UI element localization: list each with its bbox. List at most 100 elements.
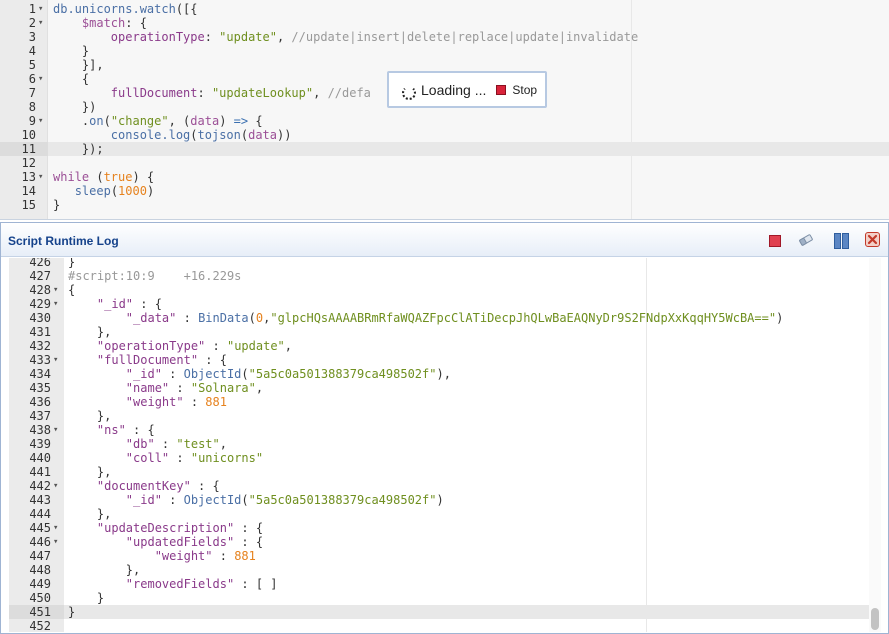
line-number: 445 bbox=[29, 521, 51, 535]
fold-toggle-icon[interactable]: ▾ bbox=[38, 114, 48, 128]
code-token: }, bbox=[68, 325, 112, 339]
code-line: 15} bbox=[0, 198, 889, 212]
code-token: "test" bbox=[176, 437, 220, 451]
code-token: , bbox=[313, 86, 328, 100]
code-token: ObjectId bbox=[183, 493, 242, 507]
code-token: "Solnara" bbox=[190, 381, 256, 395]
code-text: "operationType" : "update", bbox=[68, 339, 292, 353]
code-token: "_data" bbox=[125, 311, 177, 325]
code-token: "glpcHQsAAAABRmRfaWQAZFpcClATiDecpJhQLwB… bbox=[270, 311, 777, 325]
scrollbar-thumb[interactable] bbox=[871, 608, 879, 630]
line-number: 433 bbox=[29, 353, 51, 367]
close-icon[interactable] bbox=[865, 232, 880, 247]
line-number: 13 bbox=[21, 170, 36, 184]
code-token: : { bbox=[125, 423, 155, 437]
code-text: }) bbox=[53, 100, 96, 114]
log-output[interactable]: 426} 427 #script:10:9 +16.229s 428 ▾{429 ▾ "_… bbox=[9, 258, 881, 632]
code-text: "name" : "Solnara", bbox=[68, 381, 263, 395]
code-token: "name" bbox=[125, 381, 170, 395]
code-token: tojson bbox=[197, 128, 241, 142]
code-token: }, bbox=[68, 465, 112, 479]
fold-toggle-icon[interactable]: ▾ bbox=[53, 479, 63, 493]
line-number: 436 bbox=[29, 395, 51, 409]
code-token: : bbox=[169, 381, 191, 395]
line-number: 430 bbox=[29, 311, 51, 325]
code-token: "_id" bbox=[125, 367, 162, 381]
code-line: 1 ▾ db.unicorns.watch([{ bbox=[0, 2, 889, 16]
code-line: 449 "removedFields" : [ ] bbox=[9, 577, 881, 591]
code-line: 13 ▾ while (true) { bbox=[0, 170, 889, 184]
line-number: 435 bbox=[29, 381, 51, 395]
code-token: "updatedFields" bbox=[125, 535, 235, 549]
stop-button[interactable]: Stop bbox=[496, 83, 537, 97]
fold-toggle-icon[interactable]: ▾ bbox=[53, 297, 63, 311]
code-token: => bbox=[233, 114, 249, 128]
code-token: //defa bbox=[327, 86, 371, 100]
fold-toggle-icon[interactable]: ▾ bbox=[53, 521, 63, 535]
code-token: } bbox=[68, 258, 76, 269]
code-token: "_id" bbox=[125, 493, 162, 507]
line-number: 450 bbox=[29, 591, 51, 605]
code-text: }, bbox=[68, 563, 140, 577]
code-token: "update" bbox=[226, 339, 285, 353]
code-text: }); bbox=[53, 142, 104, 156]
line-number: 447 bbox=[29, 549, 51, 563]
code-token: }], bbox=[53, 58, 104, 72]
stop-icon[interactable] bbox=[767, 232, 783, 248]
code-line: 430 "_data" : BinData(0,"glpcHQsAAAABRmR… bbox=[9, 311, 881, 325]
script-editor[interactable]: 1 ▾ db.unicorns.watch([{2 ▾ $match: {3 oper… bbox=[0, 0, 889, 220]
loading-text: Loading ... bbox=[421, 81, 487, 98]
fold-toggle-icon[interactable]: ▾ bbox=[53, 353, 63, 367]
code-token: operationType bbox=[110, 30, 205, 44]
stop-button-label: Stop bbox=[512, 82, 538, 97]
fold-toggle-icon[interactable]: ▾ bbox=[38, 170, 48, 184]
code-text: "coll" : "unicorns" bbox=[68, 451, 263, 465]
line-number: 432 bbox=[29, 339, 51, 353]
code-token: }); bbox=[53, 142, 104, 156]
eraser-icon[interactable] bbox=[797, 232, 813, 248]
code-text: "weight" : 881 bbox=[68, 549, 256, 563]
code-line: 3 operationType: "update", //update|inse… bbox=[0, 30, 889, 44]
fold-toggle-icon[interactable]: ▾ bbox=[53, 423, 63, 437]
fold-toggle-icon[interactable]: ▾ bbox=[53, 535, 63, 549]
code-token: { bbox=[68, 283, 76, 297]
line-number: 437 bbox=[29, 409, 51, 423]
code-line: 4 } bbox=[0, 44, 889, 58]
code-text: while (true) { bbox=[53, 170, 154, 184]
fold-toggle-icon[interactable]: ▾ bbox=[38, 72, 48, 86]
code-token: ( bbox=[110, 184, 119, 198]
line-number: 8 bbox=[28, 100, 36, 114]
code-token: { bbox=[248, 114, 263, 128]
code-token: ) bbox=[146, 184, 155, 198]
code-token: fullDocument bbox=[110, 86, 198, 100]
code-line: 437 }, bbox=[9, 409, 881, 423]
fold-toggle-icon[interactable]: ▾ bbox=[38, 16, 48, 30]
line-number: 431 bbox=[29, 325, 51, 339]
code-text: sleep(1000) bbox=[53, 184, 155, 198]
line-number: 3 bbox=[28, 30, 36, 44]
code-text: db.unicorns.watch([{ bbox=[53, 2, 198, 16]
code-token: while bbox=[53, 170, 90, 184]
code-text: "_id" : ObjectId("5a5c0a501388379ca49850… bbox=[68, 367, 451, 381]
code-line: 438 ▾ "ns" : { bbox=[9, 423, 881, 437]
code-token: "weight" bbox=[154, 549, 213, 563]
code-text: } bbox=[53, 198, 60, 212]
code-line: 9 ▾ .on("change", (data) => { bbox=[0, 114, 889, 128]
code-token: sleep bbox=[74, 184, 111, 198]
line-number: 11 bbox=[0, 142, 48, 156]
fold-toggle-icon[interactable]: ▾ bbox=[38, 2, 48, 16]
pause-icon[interactable] bbox=[833, 232, 849, 249]
code-token: "removedFields" bbox=[125, 577, 235, 591]
code-line: 434 "_id" : ObjectId("5a5c0a501388379ca4… bbox=[9, 367, 881, 381]
code-token: 881 bbox=[234, 549, 256, 563]
code-token: , ( bbox=[168, 114, 191, 128]
code-token: }, bbox=[68, 409, 112, 423]
fold-toggle-icon[interactable]: ▾ bbox=[53, 283, 63, 297]
code-token: ) bbox=[436, 493, 444, 507]
log-scrollbar[interactable] bbox=[869, 258, 881, 632]
